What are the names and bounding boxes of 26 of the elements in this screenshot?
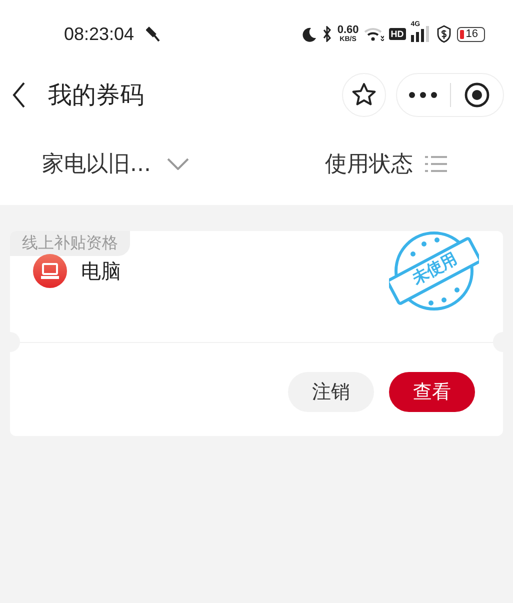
clock-time: 08:23:04 bbox=[64, 24, 134, 44]
battery-level: 16 bbox=[456, 26, 485, 42]
back-icon bbox=[12, 82, 26, 108]
more-icon bbox=[408, 91, 438, 99]
status-stamp: 未使用 bbox=[389, 230, 479, 312]
cancel-button[interactable]: 注销 bbox=[288, 372, 374, 412]
moon-icon bbox=[301, 26, 318, 42]
product-name: 电脑 bbox=[81, 258, 122, 284]
target-icon bbox=[464, 82, 490, 108]
hd-badge: HD bbox=[388, 28, 406, 40]
star-icon bbox=[351, 82, 377, 108]
shield-dollar-icon bbox=[436, 25, 452, 43]
filter-button[interactable]: 使用状态 bbox=[315, 122, 457, 204]
coupon-tag: 线上补贴资格 bbox=[10, 231, 130, 256]
signal-icon bbox=[410, 26, 431, 42]
list-icon bbox=[425, 154, 447, 172]
page-title: 我的券码 bbox=[48, 80, 145, 111]
favorite-button[interactable] bbox=[342, 73, 386, 117]
view-button[interactable]: 查看 bbox=[389, 372, 475, 412]
network-speed: 0.60 bbox=[337, 25, 359, 36]
flashlight-icon bbox=[146, 26, 160, 42]
laptop-icon bbox=[33, 254, 67, 288]
filter-button[interactable]: 家电以旧... bbox=[42, 148, 189, 178]
wifi-icon bbox=[364, 27, 384, 41]
bluetooth-icon bbox=[322, 26, 332, 42]
chevron-down-icon bbox=[166, 158, 189, 170]
